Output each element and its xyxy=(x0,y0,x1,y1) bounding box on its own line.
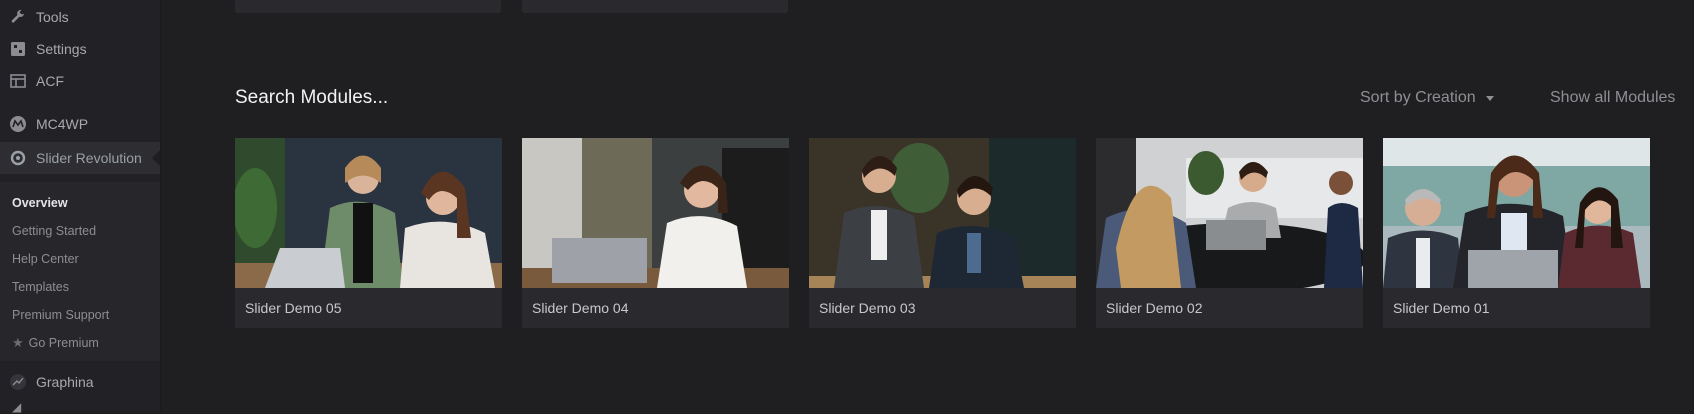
settings-icon xyxy=(9,40,27,58)
module-title: Slider Demo 05 xyxy=(245,300,342,316)
module-thumbnail xyxy=(522,138,789,288)
graphina-icon xyxy=(9,373,27,391)
previous-row-card[interactable] xyxy=(235,0,501,13)
module-thumbnail xyxy=(809,138,1076,288)
submenu-item-premium-support[interactable]: Premium Support xyxy=(12,308,109,322)
sort-dropdown[interactable]: Sort by Creation xyxy=(1360,89,1494,107)
sidebar-item-label: Graphina xyxy=(36,374,94,390)
module-card[interactable]: Slider Demo 01 xyxy=(1383,138,1650,328)
sidebar-item-settings[interactable]: Settings xyxy=(0,33,160,65)
submenu-item-go-premium[interactable]: ★ Go Premium xyxy=(12,335,99,351)
show-all-modules-button[interactable]: Show all Modules xyxy=(1550,89,1675,107)
module-card[interactable]: Slider Demo 04 xyxy=(522,138,789,328)
sidebar-partial-icon: ◢ xyxy=(12,400,22,414)
sidebar-item-graphina[interactable]: Graphina xyxy=(0,366,160,398)
table-icon xyxy=(9,72,27,90)
sidebar-item-label: Tools xyxy=(36,9,69,25)
module-thumbnail xyxy=(235,138,502,288)
admin-sidebar: Tools Settings ACF MC4WP Slider Revoluti… xyxy=(0,0,161,414)
submenu-item-label: Go Premium xyxy=(28,336,99,350)
module-card[interactable]: Slider Demo 03 xyxy=(809,138,1076,328)
module-thumbnail xyxy=(1096,138,1363,288)
slider-revolution-submenu: Overview Getting Started Help Center Tem… xyxy=(0,182,160,361)
search-modules-input[interactable]: Search Modules... xyxy=(235,87,388,109)
submenu-item-getting-started[interactable]: Getting Started xyxy=(12,224,96,238)
previous-row-card[interactable] xyxy=(522,0,788,13)
wrench-icon xyxy=(9,8,27,26)
module-title: Slider Demo 03 xyxy=(819,300,916,316)
sidebar-item-label: MC4WP xyxy=(36,116,89,132)
sidebar-item-slider-revolution[interactable]: Slider Revolution xyxy=(0,142,160,174)
submenu-item-help-center[interactable]: Help Center xyxy=(12,252,79,266)
star-icon: ★ xyxy=(12,335,24,350)
sidebar-item-label: ACF xyxy=(36,73,64,89)
sidebar-item-acf[interactable]: ACF xyxy=(0,65,160,97)
submenu-item-templates[interactable]: Templates xyxy=(12,280,69,294)
sidebar-item-tools[interactable]: Tools xyxy=(0,1,160,33)
submenu-item-overview[interactable]: Overview xyxy=(12,196,68,210)
sort-label: Sort by Creation xyxy=(1360,89,1476,106)
mc4wp-icon xyxy=(9,115,27,133)
slider-revolution-icon xyxy=(9,149,27,167)
chevron-down-icon xyxy=(1485,95,1494,101)
module-card[interactable]: Slider Demo 02 xyxy=(1096,138,1363,328)
sidebar-item-mc4wp[interactable]: MC4WP xyxy=(0,108,160,140)
module-title: Slider Demo 02 xyxy=(1106,300,1203,316)
module-thumbnail xyxy=(1383,138,1650,288)
module-title: Slider Demo 04 xyxy=(532,300,629,316)
sidebar-item-label: Slider Revolution xyxy=(36,150,142,166)
module-title: Slider Demo 01 xyxy=(1393,300,1490,316)
sidebar-item-label: Settings xyxy=(36,41,87,57)
module-card[interactable]: Slider Demo 05 xyxy=(235,138,502,328)
